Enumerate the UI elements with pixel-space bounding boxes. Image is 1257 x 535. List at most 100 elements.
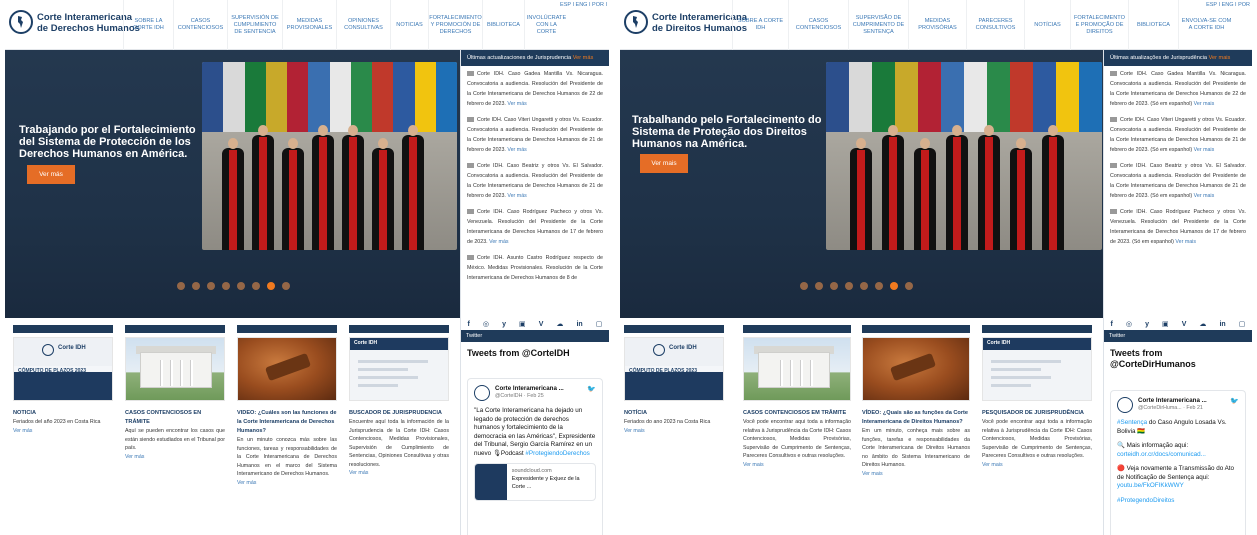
news-item-link[interactable]: Ver mais [1194, 147, 1215, 153]
soundcloud-icon[interactable]: ☁ [1199, 320, 1206, 328]
carousel-dot[interactable] [815, 282, 823, 290]
card-title[interactable]: NOTÍCIA [624, 409, 724, 418]
youtube-icon[interactable]: ▢ [596, 320, 603, 328]
updates-see-more-link[interactable]: Ver mais [1209, 55, 1231, 61]
linkedin-icon[interactable]: in [1219, 321, 1225, 328]
carousel-dot[interactable] [282, 282, 290, 290]
court-building-image[interactable] [125, 337, 225, 401]
gavel-image[interactable] [862, 337, 970, 401]
nav-opiniones[interactable]: OPINIONES CONSULTIVAS [336, 0, 390, 50]
card-see-more-link[interactable]: Ver mais [982, 461, 1092, 470]
card-see-more-link[interactable]: Ver mais [624, 427, 724, 436]
nav-biblioteca[interactable]: BIBLIOTECA [1128, 0, 1178, 50]
soundcloud-icon[interactable]: ☁ [556, 320, 563, 328]
carousel-dot[interactable] [830, 282, 838, 290]
site-logo[interactable]: Corte Interamericana de Direitos Humanos [624, 10, 747, 40]
youtube-icon[interactable]: ▢ [1239, 320, 1246, 328]
avatar[interactable] [474, 385, 490, 401]
nav-supervisao[interactable]: SUPERVISÃO DE CUMPRIMENTO DE SENTENÇA [848, 0, 908, 50]
tweet[interactable]: Corte Interamericana ... @CorteDirHuma..… [1110, 390, 1246, 535]
facebook-icon[interactable]: f [468, 321, 470, 328]
news-item-link[interactable]: Ver mais [1194, 193, 1215, 199]
carousel-dot[interactable] [905, 282, 913, 290]
carousel-dot[interactable] [222, 282, 230, 290]
court-building-image[interactable] [743, 337, 851, 401]
carousel-dot[interactable] [875, 282, 883, 290]
carousel-dot[interactable] [237, 282, 245, 290]
card-title[interactable]: PESQUISADOR DE JURISPRUDÊNCIA [982, 409, 1092, 418]
card-title[interactable]: BUSCADOR DE JURISPRUDENCIA [349, 409, 449, 418]
tweet-link-card[interactable]: soundcloud.com Expresidente y Exjuez de … [474, 463, 596, 501]
nav-casos[interactable]: CASOS CONTENCIOSOS [788, 0, 848, 50]
language-switcher[interactable]: ESP I ENG I POR [1206, 2, 1250, 8]
site-logo[interactable]: Corte Interamericana de Derechos Humanos [9, 10, 140, 40]
judges-photo [826, 62, 1102, 250]
avatar[interactable] [1117, 397, 1133, 413]
calendar-image[interactable]: Corte IDH CÓMPUTO DE PLAZOS 2023 [624, 337, 724, 401]
flickr-icon[interactable]: ▣ [1162, 320, 1169, 328]
nav-medidas[interactable]: MEDIDAS PROVISIONALES [282, 0, 336, 50]
tweets-title[interactable]: Tweets from @CorteIDH [461, 342, 609, 359]
nav-noticias[interactable]: NOTICIAS [390, 0, 428, 50]
news-item: Corte IDH. Caso Viteri Ungaretti y otros… [467, 117, 603, 153]
carousel-dot-active[interactable] [890, 282, 898, 290]
nav-medidas[interactable]: MEDIDAS PROVISÓRIAS [908, 0, 966, 50]
news-item-link[interactable]: Ver más [507, 101, 526, 107]
carousel-dot[interactable] [177, 282, 185, 290]
card-see-more-link[interactable]: Ver mais [743, 461, 851, 470]
instagram-icon[interactable]: ◎ [1126, 320, 1132, 328]
twitter-icon[interactable]: y [502, 321, 506, 328]
tweet[interactable]: Corte Interamericana ... @CorteIDH · Feb… [467, 378, 603, 535]
card-see-more-link[interactable]: Ver más [349, 469, 449, 478]
card-see-more-link[interactable]: Ver más [13, 427, 113, 436]
hero-see-more-button[interactable]: Ver más [27, 165, 75, 184]
card-title[interactable]: NOTICIA [13, 409, 113, 418]
card-see-more-link[interactable]: Ver mais [862, 470, 970, 479]
card-title[interactable]: VIDEO: ¿Cuáles son las funciones de la C… [237, 409, 337, 436]
twitter-icon[interactable]: y [1145, 321, 1149, 328]
nav-supervision[interactable]: SUPERVISIÓN DE CUMPLIMIENTO DE SENTENCIA [227, 0, 282, 50]
gavel-image[interactable] [237, 337, 337, 401]
tweets-title[interactable]: Tweets from @CorteDirHumanos [1104, 342, 1252, 370]
instagram-icon[interactable]: ◎ [483, 320, 489, 328]
nav-casos[interactable]: CASOS CONTENCIOSOS [173, 0, 227, 50]
carousel-dot[interactable] [207, 282, 215, 290]
card-title[interactable]: CASOS CONTENCIOSOS EM TRÂMITE [743, 409, 851, 418]
linkedin-icon[interactable]: in [576, 321, 582, 328]
nav-biblioteca[interactable]: BIBLIOTECA [482, 0, 524, 50]
search-screen-image[interactable]: Corte IDH [349, 337, 449, 401]
updates-see-more-link[interactable]: Ver más [573, 55, 594, 61]
carousel-dot-active[interactable] [267, 282, 275, 290]
carousel-dot[interactable] [800, 282, 808, 290]
card-see-more-link[interactable]: Ver más [237, 479, 337, 488]
card-see-more-link[interactable]: Ver más [125, 453, 225, 462]
nav-pareceres[interactable]: PARECERES CONSULTIVOS [966, 0, 1024, 50]
vimeo-icon[interactable]: V [1182, 321, 1187, 328]
main-navigation: SOBRE A CORTE IDH CASOS CONTENCIOSOS SUP… [732, 0, 1234, 50]
carousel-dot[interactable] [860, 282, 868, 290]
language-switcher[interactable]: ESP I ENG I POR I [560, 2, 607, 8]
flickr-icon[interactable]: ▣ [519, 320, 526, 328]
search-screen-image[interactable]: Corte IDH [982, 337, 1092, 401]
carousel-dot[interactable] [252, 282, 260, 290]
carousel-dot[interactable] [845, 282, 853, 290]
card-title[interactable]: VÍDEO: ¿Quais são as funções da Corte In… [862, 409, 970, 427]
play-icon [475, 464, 507, 500]
nav-noticias[interactable]: NOTÍCIAS [1024, 0, 1070, 50]
facebook-icon[interactable]: f [1111, 321, 1113, 328]
card-title[interactable]: CASOS CONTENCIOSOS EN TRÁMITE [125, 409, 225, 427]
calendar-image[interactable]: Corte IDH CÓMPUTO DE PLAZOS 2023 [13, 337, 113, 401]
card-cases: CASOS CONTENCIOSOS EN TRÁMITE Aquí se pu… [125, 325, 225, 535]
carousel-dot[interactable] [192, 282, 200, 290]
news-item-link[interactable]: Ver más [507, 147, 526, 153]
nav-fortalecimiento[interactable]: FORTALECIMIENTO Y PROMOCIÓN DE DERECHOS [428, 0, 482, 50]
nav-sobre[interactable]: SOBRE A CORTE IDH [732, 0, 788, 50]
nav-fortalecimento[interactable]: FORTALECIMENTO E PROMOÇÃO DE DIREITOS [1070, 0, 1128, 50]
vimeo-icon[interactable]: V [539, 321, 544, 328]
news-item-link[interactable]: Ver mais [1175, 239, 1196, 245]
news-item-link[interactable]: Ver más [489, 239, 508, 245]
hero-see-more-button[interactable]: Ver mais [640, 154, 688, 173]
news-item-link[interactable]: Ver más [507, 193, 526, 199]
news-item-link[interactable]: Ver mais [1194, 101, 1215, 107]
nav-sobre[interactable]: SOBRE LA CORTE IDH [123, 0, 173, 50]
